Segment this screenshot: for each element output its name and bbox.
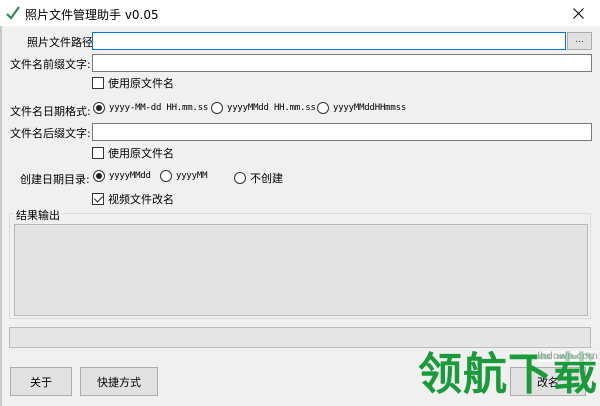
- suffix-label: 文件名后缀文字:: [10, 127, 91, 140]
- output-area[interactable]: [14, 224, 588, 316]
- watermark-url: lhdown.com: [537, 351, 598, 362]
- prefix-label: 文件名前缀文字:: [10, 58, 91, 71]
- shortcut-button[interactable]: 快捷方式: [80, 367, 158, 396]
- browse-button[interactable]: ...: [567, 32, 592, 50]
- date-format-label: 文件名日期格式:: [10, 105, 91, 118]
- window-title: 照片文件管理助手 v0.05: [25, 8, 159, 22]
- path-label: 照片文件路径:: [27, 36, 97, 49]
- date-format-option-1[interactable]: yyyy-MM-dd HH.mm.ss: [93, 102, 208, 114]
- date-format-option-3[interactable]: yyyyMMddHHmmss: [317, 102, 406, 114]
- date-dir-option-3-label: 不创建: [250, 172, 283, 185]
- video-rename-box[interactable]: [92, 193, 104, 205]
- title-bar: 照片文件管理助手 v0.05: [0, 0, 600, 26]
- date-format-option-2[interactable]: yyyyMMdd HH.mm.ss: [211, 102, 316, 114]
- prefix-field[interactable]: [92, 54, 592, 72]
- date-dir-radio-3[interactable]: [234, 172, 246, 184]
- watermark: 领航下载 lhdown.com: [418, 343, 600, 406]
- suffix-use-original-checkbox[interactable]: 使用原文件名: [92, 145, 174, 161]
- date-format-radio-1[interactable]: [93, 102, 105, 114]
- suffix-field[interactable]: [92, 123, 592, 141]
- path-input[interactable]: [93, 33, 565, 49]
- prefix-use-original-label: 使用原文件名: [108, 77, 174, 90]
- app-check-icon: [6, 6, 20, 20]
- date-format-option-1-label: yyyy-MM-dd HH.mm.ss: [109, 103, 209, 113]
- prefix-use-original-box[interactable]: [92, 77, 104, 89]
- close-icon: [572, 7, 584, 19]
- suffix-input[interactable]: [93, 124, 591, 140]
- suffix-use-original-box[interactable]: [92, 147, 104, 159]
- video-rename-label: 视频文件改名: [108, 193, 174, 206]
- date-format-option-2-label: yyyyMMdd HH.mm.ss: [227, 103, 316, 113]
- date-dir-radio-1[interactable]: [93, 170, 105, 182]
- output-group-title: 结果输出: [14, 207, 62, 223]
- date-dir-option-1-label: yyyyMMdd: [109, 171, 151, 181]
- date-dir-option-2[interactable]: yyyyMM: [160, 170, 208, 182]
- date-format-radio-2[interactable]: [211, 102, 223, 114]
- prefix-input[interactable]: [93, 55, 591, 71]
- close-button[interactable]: [556, 0, 600, 26]
- about-button[interactable]: 关于: [10, 367, 72, 396]
- left-edge-strip: [0, 26, 2, 406]
- path-field[interactable]: [92, 32, 566, 50]
- date-dir-option-1[interactable]: yyyyMMdd: [93, 170, 151, 182]
- date-format-option-3-label: yyyyMMddHHmmss: [333, 103, 407, 113]
- date-dir-option-2-label: yyyyMM: [176, 171, 208, 181]
- video-rename-checkbox[interactable]: 视频文件改名: [92, 191, 174, 207]
- date-dir-radio-2[interactable]: [160, 170, 172, 182]
- date-format-radio-3[interactable]: [317, 102, 329, 114]
- suffix-use-original-label: 使用原文件名: [108, 147, 174, 160]
- date-dir-option-3[interactable]: 不创建: [234, 170, 283, 186]
- date-dir-label: 创建日期目录:: [20, 173, 90, 186]
- prefix-use-original-checkbox[interactable]: 使用原文件名: [92, 75, 174, 91]
